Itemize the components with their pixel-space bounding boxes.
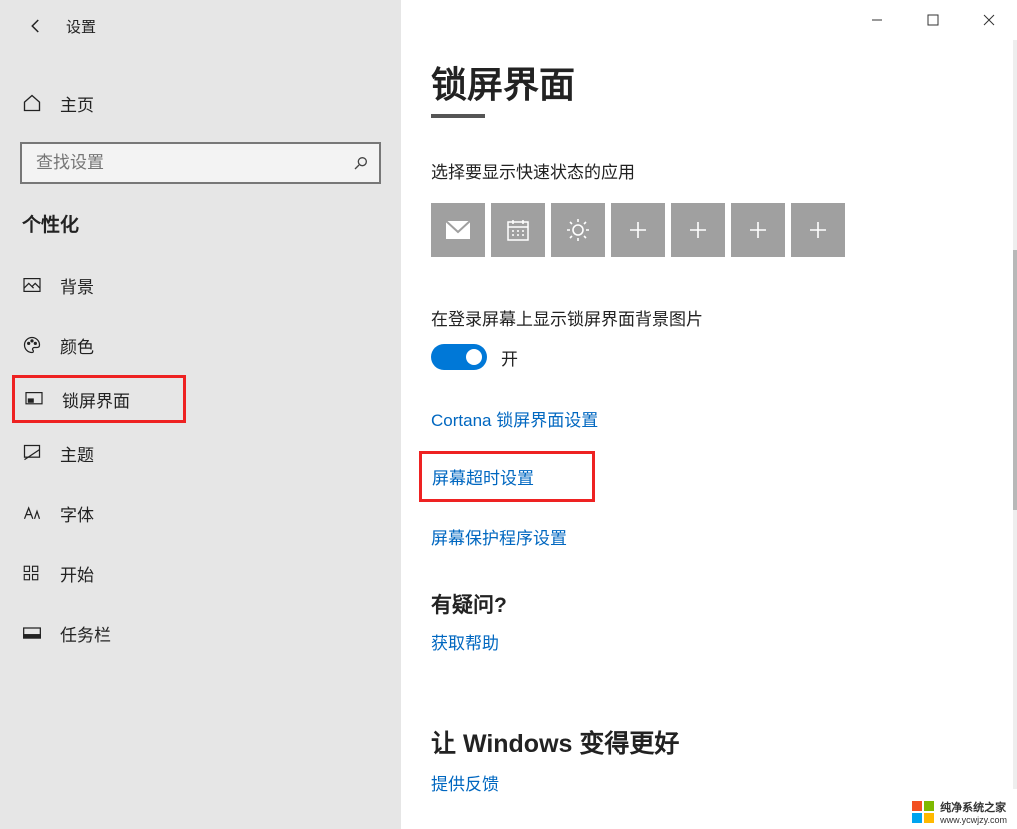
search-input[interactable] <box>36 153 353 173</box>
watermark-line2: www.ycwjzy.com <box>940 815 1007 825</box>
sidebar-item-lockscreen[interactable]: 锁屏界面 <box>12 375 186 423</box>
toggle-state-label: 开 <box>501 345 518 370</box>
tile-calendar[interactable] <box>491 203 545 257</box>
sidebar-item-colors[interactable]: 颜色 <box>0 315 401 375</box>
home-button[interactable]: 主页 <box>0 74 401 132</box>
feedback-link[interactable]: 提供反馈 <box>431 770 1017 795</box>
sidebar-item-background[interactable]: 背景 <box>0 255 401 315</box>
watermark-line1: 纯净系统之家 <box>940 799 1007 815</box>
sidebar-item-label: 背景 <box>60 273 94 298</box>
sidebar-item-label: 主题 <box>60 441 94 466</box>
window-title: 设置 <box>66 16 96 37</box>
plus-icon <box>808 220 828 240</box>
title-bar: 设置 <box>0 6 401 46</box>
palette-icon <box>22 335 46 355</box>
toggle-knob <box>466 349 482 365</box>
tile-add-1[interactable] <box>611 203 665 257</box>
windows-logo-icon <box>912 801 934 823</box>
tile-add-3[interactable] <box>731 203 785 257</box>
tile-mail[interactable] <box>431 203 485 257</box>
plus-icon <box>628 220 648 240</box>
taskbar-icon <box>22 626 46 640</box>
sidebar-item-label: 颜色 <box>60 333 94 358</box>
quick-status-tiles <box>431 203 1017 257</box>
minimize-button[interactable] <box>849 0 905 40</box>
home-label: 主页 <box>60 91 94 116</box>
sidebar-item-label: 字体 <box>60 501 94 526</box>
back-button[interactable] <box>16 6 56 46</box>
fonts-icon <box>22 504 46 522</box>
scrollbar-thumb[interactable] <box>1013 250 1017 510</box>
search-box[interactable] <box>20 142 381 184</box>
scrollbar[interactable] <box>1013 40 1017 789</box>
start-icon <box>22 564 46 582</box>
screen-timeout-link[interactable]: 屏幕超时设置 <box>419 451 595 502</box>
signin-bg-label: 在登录屏幕上显示锁屏界面背景图片 <box>431 305 1017 330</box>
home-icon <box>22 93 46 113</box>
tile-add-4[interactable] <box>791 203 845 257</box>
improve-heading: 让 Windows 变得更好 <box>431 724 1017 760</box>
sidebar: 设置 主页 个性化 背景 颜色 锁屏界面 主题 <box>0 0 401 829</box>
main-content: 锁屏界面 选择要显示快速状态的应用 <box>401 0 1017 829</box>
plus-icon <box>748 220 768 240</box>
page-title: 锁屏界面 <box>431 56 1017 108</box>
tile-weather[interactable] <box>551 203 605 257</box>
window-controls <box>849 0 1017 40</box>
tile-add-2[interactable] <box>671 203 725 257</box>
toggle-row: 开 <box>431 344 1017 370</box>
sidebar-item-fonts[interactable]: 字体 <box>0 483 401 543</box>
sidebar-item-label: 任务栏 <box>60 621 111 646</box>
title-underline <box>431 114 485 118</box>
quick-status-label: 选择要显示快速状态的应用 <box>431 158 1017 183</box>
category-label: 个性化 <box>22 210 401 237</box>
sidebar-item-taskbar[interactable]: 任务栏 <box>0 603 401 663</box>
search-icon <box>353 155 369 171</box>
sun-icon <box>565 217 591 243</box>
sidebar-item-label: 锁屏界面 <box>62 387 130 412</box>
question-heading: 有疑问? <box>431 589 1017 619</box>
maximize-button[interactable] <box>905 0 961 40</box>
picture-icon <box>22 277 46 293</box>
watermark: 纯净系统之家 www.ycwjzy.com <box>912 799 1007 825</box>
cortana-lockscreen-link[interactable]: Cortana 锁屏界面设置 <box>431 406 598 431</box>
lockscreen-icon <box>24 391 48 407</box>
calendar-icon <box>506 218 530 242</box>
sidebar-item-label: 开始 <box>60 561 94 586</box>
sidebar-item-themes[interactable]: 主题 <box>0 423 401 483</box>
plus-icon <box>688 220 708 240</box>
screensaver-link[interactable]: 屏幕保护程序设置 <box>431 524 567 549</box>
mail-icon <box>445 220 471 240</box>
close-button[interactable] <box>961 0 1017 40</box>
get-help-link[interactable]: 获取帮助 <box>431 629 1017 654</box>
signin-bg-toggle[interactable] <box>431 344 487 370</box>
sidebar-item-start[interactable]: 开始 <box>0 543 401 603</box>
themes-icon <box>22 443 46 463</box>
